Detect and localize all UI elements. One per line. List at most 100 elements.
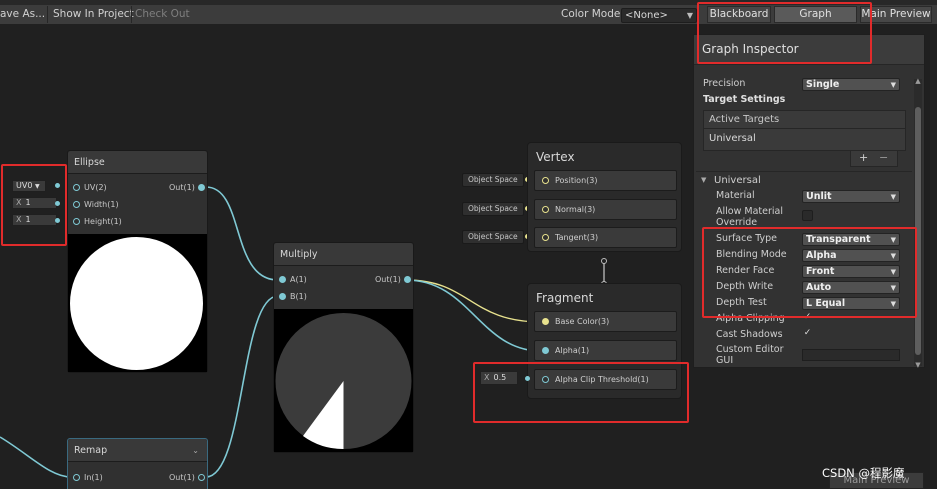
width-input-port-icon[interactable] <box>73 201 80 208</box>
save-as-button[interactable]: ave As... <box>0 7 45 22</box>
remap-node[interactable]: Remap ⌄ In(1) Out(1) <box>67 438 208 489</box>
multiply-output-label: Out(1) <box>375 275 401 284</box>
width-input-label: Width(1) <box>84 200 119 209</box>
ellipse-preview <box>68 234 207 372</box>
multiply-node[interactable]: Multiply A(1) B(1) Out(1) <box>273 242 414 453</box>
tangent-space-field[interactable]: Object Space <box>462 230 524 244</box>
normal-port-icon[interactable] <box>542 206 549 213</box>
inspector-scrollbar[interactable]: ▲ ▼ <box>914 77 922 369</box>
active-targets-list: Active Targets Universal <box>703 110 906 151</box>
threshold-field-connector-icon <box>525 376 530 381</box>
multiply-node-title: Multiply <box>274 243 413 266</box>
remove-target-button[interactable]: − <box>879 151 888 165</box>
ellipse-output-port-icon[interactable] <box>198 184 205 191</box>
remap-output-port-icon[interactable] <box>198 474 205 481</box>
tangent-port-icon[interactable] <box>542 234 549 241</box>
base-color-port-icon[interactable] <box>542 318 549 325</box>
chevron-down-icon: ▼ <box>686 11 693 20</box>
target-item-universal[interactable]: Universal <box>704 129 905 150</box>
main-preview-toggle[interactable]: Main Preview <box>860 6 932 23</box>
add-target-button[interactable]: + <box>859 151 868 165</box>
surface-type-dropdown[interactable]: Transparent ▼ <box>802 233 900 246</box>
normal-block-label: Normal(3) <box>555 205 596 214</box>
graph-inspector-panel[interactable]: Graph Inspector Precision Single ▼ Target… <box>693 34 925 369</box>
uv-input-port-icon[interactable] <box>73 184 80 191</box>
allow-material-override-checkbox[interactable] <box>802 210 813 221</box>
depth-write-dropdown[interactable]: Auto ▼ <box>802 281 900 294</box>
surface-type-value: Transparent <box>806 234 871 245</box>
normal-space-field[interactable]: Object Space <box>462 202 524 216</box>
color-mode-dropdown[interactable]: <None> ▼ <box>621 8 697 23</box>
a-input-port-icon[interactable] <box>279 276 286 283</box>
alpha-block-label: Alpha(1) <box>555 346 590 355</box>
cast-shadows-checkbox[interactable]: ✓ <box>802 329 813 340</box>
blending-mode-dropdown[interactable]: Alpha ▼ <box>802 249 900 262</box>
precision-row: Precision Single ▼ <box>694 78 914 92</box>
alpha-clip-port-icon[interactable] <box>542 376 549 383</box>
remap-output-label: Out(1) <box>169 473 195 482</box>
scroll-up-icon[interactable]: ▲ <box>914 77 922 85</box>
graph-inspector-toggle[interactable]: Graph Inspector <box>774 6 857 35</box>
remap-node-title: Remap ⌄ <box>68 439 207 462</box>
alpha-clip-threshold-block[interactable]: Alpha Clip Threshold(1) <box>534 369 677 390</box>
foldout-arrow-icon[interactable]: ▼ <box>701 176 706 184</box>
vertex-context[interactable]: Vertex Position(3) Normal(3) Tangent(3) <box>527 142 682 252</box>
alpha-clip-threshold-input[interactable]: X 0.5 <box>480 371 518 385</box>
height-input[interactable]: X1 <box>12 214 57 226</box>
blackboard-toggle[interactable]: Blackboard <box>707 6 771 23</box>
precision-dropdown[interactable]: Single ▼ <box>802 78 900 91</box>
multiply-preview-graphic <box>275 313 412 450</box>
ellipse-node[interactable]: Ellipse UV(2) Width(1) Height(1) Out(1) <box>67 150 208 373</box>
section-divider <box>696 171 912 172</box>
check-out-button[interactable]: Check Out <box>135 7 190 22</box>
active-targets-header: Active Targets <box>704 111 905 129</box>
alpha-port-icon[interactable] <box>542 347 549 354</box>
toolbar-divider <box>47 6 48 23</box>
position-block[interactable]: Position(3) <box>534 170 677 191</box>
material-dropdown[interactable]: Unlit ▼ <box>802 190 900 203</box>
height-value: 1 <box>25 215 31 224</box>
window-tab-strip <box>0 0 937 5</box>
tangent-block-label: Tangent(3) <box>555 233 599 242</box>
base-color-block[interactable]: Base Color(3) <box>534 311 677 332</box>
custom-editor-gui-field[interactable] <box>802 349 900 361</box>
width-field-connector-icon <box>55 201 60 206</box>
remap-title-text: Remap <box>74 445 108 456</box>
render-face-dropdown[interactable]: Front ▼ <box>802 265 900 278</box>
position-space-field[interactable]: Object Space <box>462 173 524 187</box>
uv-field-connector-icon <box>55 183 60 188</box>
position-port-icon[interactable] <box>542 177 549 184</box>
toolbar: ave As... Show In Project Check Out Colo… <box>0 0 937 35</box>
watermark-text: CSDN @程影魔 <box>822 466 905 480</box>
threshold-axis-label: X <box>484 373 490 382</box>
fragment-context[interactable]: Fragment Base Color(3) Alpha(1) Alpha Cl… <box>527 283 682 399</box>
remap-input-port-icon[interactable] <box>73 474 80 481</box>
depth-test-dropdown[interactable]: L Equal ▼ <box>802 297 900 310</box>
tangent-block[interactable]: Tangent(3) <box>534 227 677 248</box>
collapse-chevron-icon[interactable]: ⌄ <box>192 439 199 462</box>
precision-value: Single <box>806 79 840 90</box>
width-input[interactable]: X1 <box>12 197 57 209</box>
universal-section-title: Universal <box>714 175 761 186</box>
render-face-label: Render Face <box>716 265 775 276</box>
base-color-block-label: Base Color(3) <box>555 317 610 326</box>
uv-channel-dropdown[interactable]: UV0 ▼ <box>12 180 46 192</box>
show-in-project-button[interactable]: Show In Project <box>53 7 134 22</box>
scrollbar-thumb[interactable] <box>915 107 921 355</box>
height-input-port-icon[interactable] <box>73 218 80 225</box>
uv-input-label: UV(2) <box>84 183 107 192</box>
alpha-clipping-checkbox[interactable]: ✓ <box>802 313 813 324</box>
alpha-block[interactable]: Alpha(1) <box>534 340 677 361</box>
normal-block[interactable]: Normal(3) <box>534 199 677 220</box>
scroll-down-icon[interactable]: ▼ <box>914 361 922 369</box>
depth-test-value: L Equal <box>806 298 846 309</box>
multiply-output-port-icon[interactable] <box>404 276 411 283</box>
b-input-port-icon[interactable] <box>279 293 286 300</box>
b-input-label: B(1) <box>290 292 307 301</box>
chevron-down-icon: ▼ <box>890 81 896 89</box>
chevron-down-icon: ▼ <box>890 268 896 276</box>
width-axis-label: X <box>16 198 22 207</box>
render-face-value: Front <box>806 266 835 277</box>
height-input-label: Height(1) <box>84 217 122 226</box>
graph-inspector-title: Graph Inspector <box>694 35 924 65</box>
